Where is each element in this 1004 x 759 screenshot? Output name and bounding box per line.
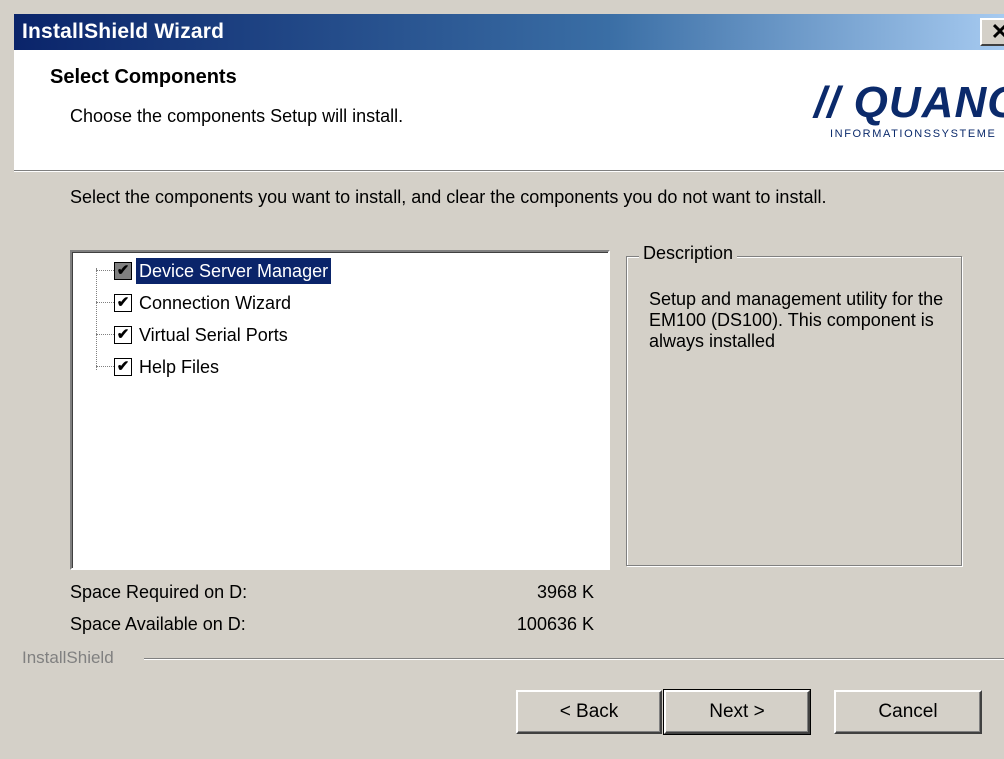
header-divider-highlight — [14, 171, 1004, 172]
description-legend: Description — [639, 243, 738, 264]
checkbox-device-server-manager[interactable]: ✔ — [114, 262, 132, 280]
logo-tagline: INFORMATIONSSYSTEME — [830, 128, 997, 140]
checkmark-icon: ✔ — [116, 358, 130, 375]
space-available-value: 100636 K — [516, 614, 594, 634]
tree-item-label: Connection Wizard — [139, 293, 292, 313]
title-bar[interactable]: InstallShield Wizard ✕ — [14, 14, 1004, 50]
checkbox-help-files[interactable]: ✔ — [114, 358, 132, 376]
quancom-logo: // QUANCOM INFORMATIONSSYSTEME — [774, 78, 1004, 152]
checkmark-icon: ✔ — [116, 262, 130, 279]
tree-branch-line — [96, 334, 114, 335]
page-title: Select Components — [50, 66, 237, 88]
close-icon: ✕ — [990, 19, 1004, 44]
next-button[interactable]: Next > — [663, 689, 811, 735]
brand-divider-highlight — [144, 659, 1004, 660]
tree-branch-line — [96, 270, 114, 271]
space-available-label: Space Available on D: — [70, 614, 246, 634]
wizard-header: Select Components Choose the components … — [14, 50, 1004, 170]
installshield-brand-bar: InstallShield — [14, 646, 1004, 670]
checkmark-icon: ✔ — [116, 294, 130, 311]
tree-branch-line — [96, 366, 114, 367]
space-required-value: 3968 K — [536, 582, 594, 602]
tree-item-label: Help Files — [139, 357, 220, 377]
checkmark-icon: ✔ — [116, 326, 130, 343]
back-button[interactable]: < Back — [516, 690, 662, 734]
page-subtitle: Choose the components Setup will install… — [70, 106, 404, 126]
space-required-row: Space Required on D: 3968 K — [70, 582, 594, 606]
space-available-row: Space Available on D: 100636 K — [70, 614, 594, 638]
tree-connector — [96, 268, 97, 370]
tree-item-label: Virtual Serial Ports — [139, 325, 288, 345]
installshield-brand-label: InstallShield — [22, 648, 114, 667]
space-required-label: Space Required on D: — [70, 582, 248, 602]
description-group: Description Setup and management utility… — [626, 243, 962, 566]
instructions-text: Select the components you want to instal… — [70, 187, 827, 207]
components-tree[interactable]: ✔ Device Server Manager ✔ Connection Wiz… — [70, 250, 610, 570]
cancel-button[interactable]: Cancel — [834, 690, 982, 734]
installshield-window: InstallShield Wizard ✕ Select Components… — [0, 0, 1004, 759]
checkbox-connection-wizard[interactable]: ✔ — [114, 294, 132, 312]
close-button[interactable]: ✕ — [980, 18, 1004, 46]
checkbox-virtual-serial-ports[interactable]: ✔ — [114, 326, 132, 344]
logo-wordmark: // QUANCOM — [814, 78, 1004, 127]
tree-item-label: Device Server Manager — [136, 258, 332, 284]
window-title: InstallShield Wizard — [22, 20, 225, 43]
tree-branch-line — [96, 302, 114, 303]
description-text: Setup and management utility for the EM1… — [649, 289, 944, 351]
